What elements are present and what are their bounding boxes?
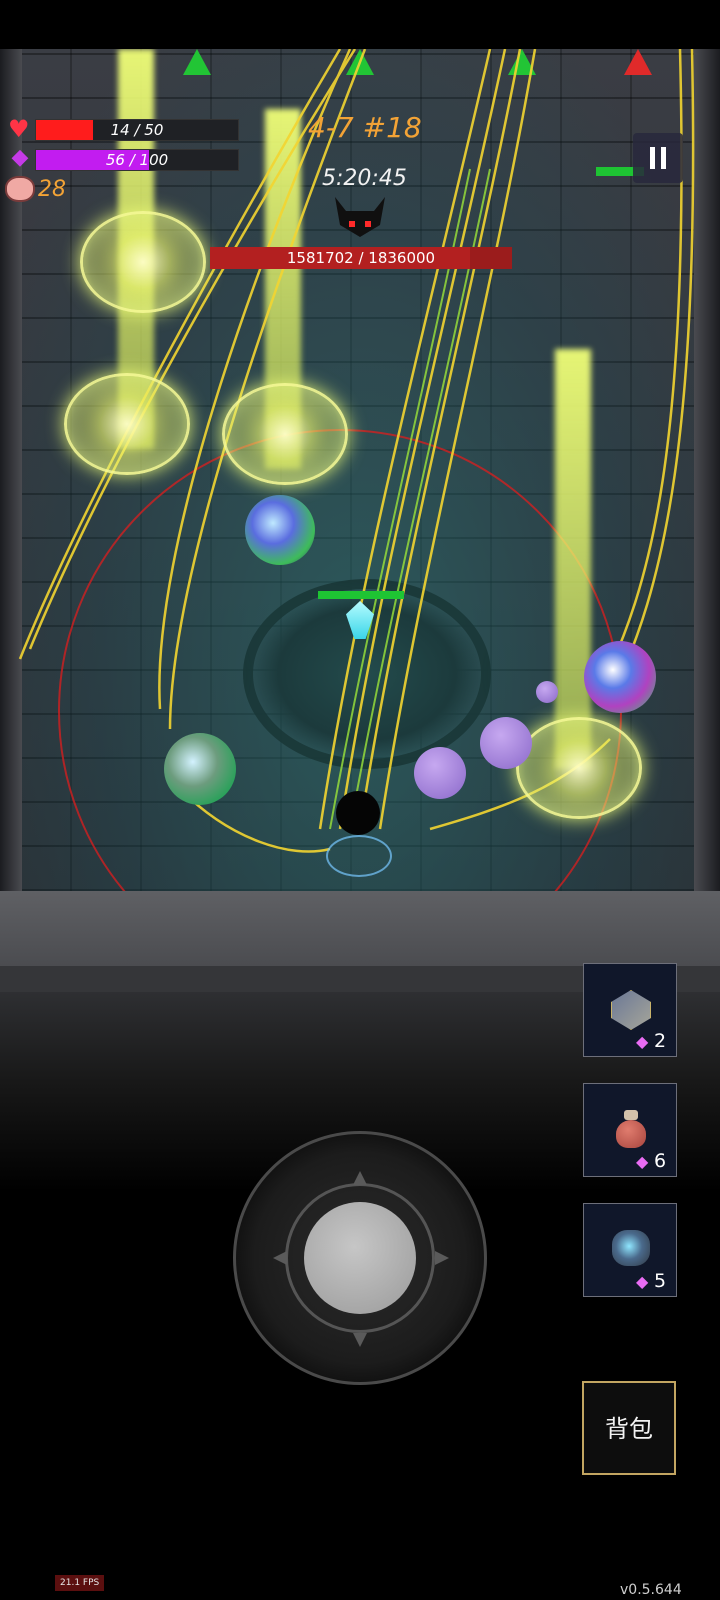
skill-slot-dice[interactable]: ◆ 2 — [583, 963, 677, 1057]
boss-eye — [349, 221, 355, 227]
magic-ring — [516, 717, 642, 819]
purple-slime-enemy — [536, 681, 558, 703]
virtual-joystick[interactable] — [233, 1131, 487, 1385]
pause-icon — [650, 147, 655, 169]
boss-hp-bar: 1581702 / 1836000 — [210, 247, 512, 269]
vase-neck — [624, 1110, 638, 1120]
gem-icon: ◆ — [636, 1032, 649, 1051]
boss-hp-text: 1581702 / 1836000 — [286, 249, 436, 267]
d20-dice-icon — [611, 990, 651, 1030]
joystick-knob[interactable] — [304, 1202, 416, 1314]
floor-ledge — [0, 891, 720, 966]
skill-slot-vase[interactable]: ◆ 6 — [583, 1083, 677, 1177]
joystick-down-arrow — [353, 1333, 367, 1347]
coin-count: 28 — [38, 177, 66, 202]
player-aura — [326, 835, 392, 877]
gem-icon: ◆ — [636, 1152, 649, 1171]
pause-button[interactable] — [633, 133, 683, 183]
joystick-right-arrow — [435, 1251, 449, 1265]
purple-slime-enemy — [414, 747, 466, 799]
rainbow-orb — [584, 641, 656, 713]
boss-eye — [365, 221, 371, 227]
stage-label: 4-7 #18 — [308, 111, 422, 144]
fps-counter: 21.1 FPS — [55, 1575, 105, 1591]
backpack-button[interactable]: 背包 — [582, 1381, 676, 1475]
pause-icon — [661, 147, 666, 169]
gem-icon: ◆ — [636, 1272, 649, 1291]
rainbow-orb — [164, 733, 236, 805]
top-bar — [0, 0, 720, 49]
pig-coin-icon — [5, 176, 35, 202]
joystick-left-arrow — [273, 1251, 287, 1265]
skill-cost: 6 — [654, 1150, 667, 1172]
rainbow-orb — [245, 495, 315, 565]
hp-bar-text: 14 / 50 — [110, 121, 164, 139]
crystal-hp-bar — [318, 591, 404, 599]
magic-ring — [80, 211, 206, 313]
mana-bar-text: 56 / 100 — [105, 151, 169, 169]
red-vase-icon — [616, 1120, 646, 1148]
skill-cost: 2 — [654, 1030, 667, 1052]
crystal-orb-icon — [612, 1230, 650, 1266]
skill-slot-orb[interactable]: ◆ 5 — [583, 1203, 677, 1297]
mana-gem-icon: ◆ — [11, 145, 29, 170]
purple-slime-enemy — [480, 717, 532, 769]
magic-ring — [222, 383, 348, 485]
version-label: v0.5.644 — [620, 1582, 682, 1598]
player-character — [336, 791, 380, 835]
mana-bar: 56 / 100 — [35, 149, 239, 171]
joystick-up-arrow — [353, 1171, 367, 1185]
skill-cost: 5 — [654, 1270, 667, 1292]
heart-icon: ♥ — [8, 115, 30, 143]
magic-ring — [64, 373, 190, 475]
hp-bar: 14 / 50 — [35, 119, 239, 141]
run-timer: 5:20:45 — [322, 166, 407, 191]
